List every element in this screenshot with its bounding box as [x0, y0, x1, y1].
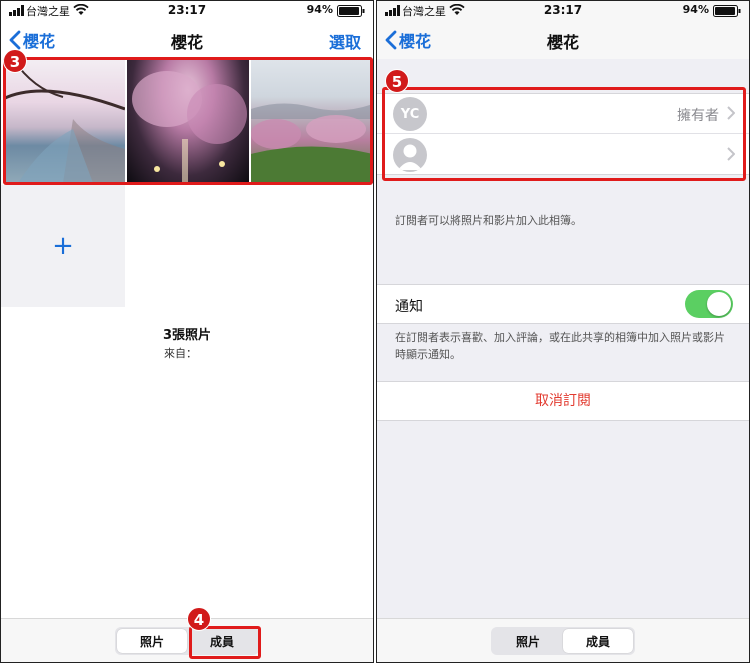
photo-count-label: 3張照片: [162, 328, 212, 343]
unsubscribe-button[interactable]: 取消訂閱: [377, 381, 749, 421]
navigation-bar: 櫻花 櫻花 選取: [1, 21, 373, 59]
toggle-knob: [707, 292, 731, 316]
page-title: 櫻花: [170, 33, 203, 52]
photos-highlight-box: [3, 57, 373, 185]
tab-members[interactable]: 成員: [563, 629, 633, 653]
tab-photos[interactable]: 照片: [493, 629, 563, 653]
battery-percentage: 94%: [306, 3, 333, 16]
notifications-note: 在訂閱者表示喜歡、加入評論，或在此共享的相簿中加入照片或影片時顯示通知。: [395, 331, 725, 361]
step-badge-photos: 3: [3, 49, 27, 73]
members-highlight-box: [382, 87, 746, 181]
notifications-label: 通知: [395, 299, 423, 315]
select-button[interactable]: 選取: [329, 29, 361, 53]
battery-icon: [337, 5, 365, 17]
bottom-toolbar: 照片 成員: [1, 618, 373, 662]
page-title: 櫻花: [546, 33, 579, 52]
view-segmented-control: 照片 成員: [491, 627, 635, 655]
plus-icon: +: [52, 231, 74, 261]
navigation-bar: 櫻花 櫻花: [377, 21, 749, 59]
left-phone-screen: 台灣之星 23:17 94% 櫻花 櫻花 選取 3 + 3張照片 來自： 照片 …: [0, 0, 374, 663]
notifications-toggle[interactable]: [685, 290, 733, 318]
tab-photos[interactable]: 照片: [117, 629, 187, 653]
add-photo-button[interactable]: +: [1, 185, 125, 307]
bottom-toolbar: 照片 成員: [377, 618, 749, 662]
notifications-row: 通知: [377, 284, 749, 324]
step-badge-members-tab: 4: [187, 607, 211, 631]
subscriber-note: 訂閱者可以將照片和影片加入此相簿。: [395, 214, 582, 227]
status-bar: 台灣之星 23:17 94%: [377, 1, 749, 21]
step-badge-members: 5: [385, 69, 409, 93]
battery-percentage: 94%: [682, 3, 709, 16]
from-label: 來自：: [164, 347, 197, 360]
status-bar: 台灣之星 23:17 94%: [1, 1, 373, 21]
right-phone-screen: 台灣之星 23:17 94% 櫻花 櫻花 YC 擁有者 5 訂閱者可以將照片和影…: [376, 0, 750, 663]
battery-icon: [713, 5, 741, 17]
